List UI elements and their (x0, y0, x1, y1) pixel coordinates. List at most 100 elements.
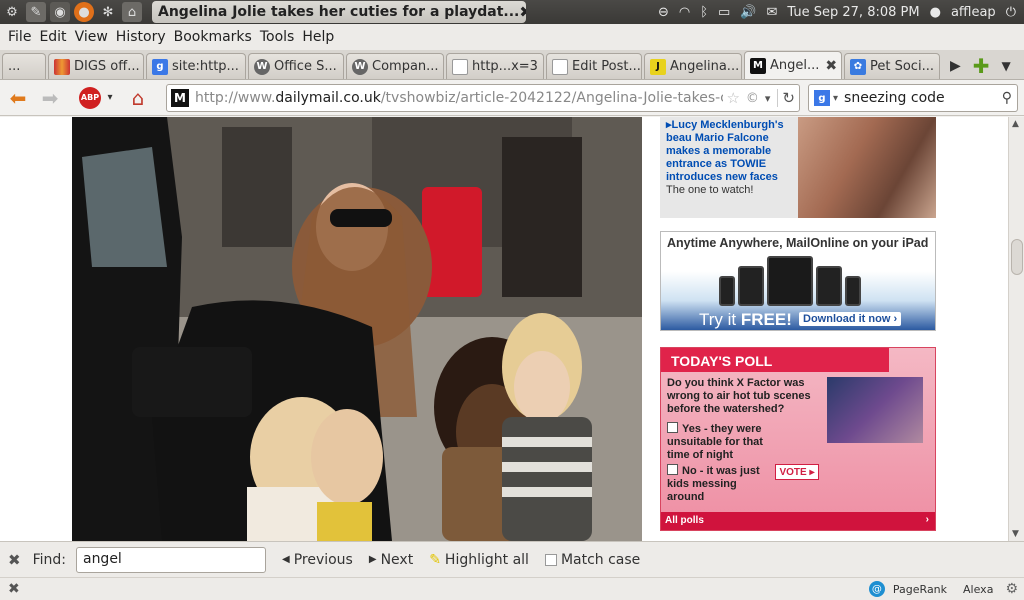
gear-icon[interactable]: ⚙ (1005, 581, 1018, 597)
poll-option-no[interactable]: No - it was just kids messing around (667, 464, 773, 504)
wordpress-icon: W (254, 58, 270, 75)
page-rank-icon[interactable]: © (746, 91, 759, 106)
network-tool-icon[interactable]: ⌂ (122, 2, 142, 22)
menu-tools[interactable]: Tools (260, 29, 295, 45)
settings-icon[interactable]: ✻ (98, 2, 118, 22)
find-bar: ✖ Find: angel ◀ Previous ▶ Next ✎ Highlight… (0, 541, 1024, 577)
ubuntu-logo-icon[interactable]: ⚙ (2, 2, 22, 22)
match-case-checkbox[interactable]: Match case (544, 552, 640, 568)
volume-icon[interactable]: 🔊 (740, 5, 756, 20)
text-editor-icon[interactable]: ✎ (26, 2, 46, 22)
menu-history[interactable]: History (116, 29, 166, 45)
new-tab-icon[interactable]: ✚ (973, 53, 990, 79)
tab-company[interactable]: W Compan... (346, 53, 444, 79)
close-status-icon[interactable]: ✖ (8, 581, 20, 597)
menu-view[interactable]: View (75, 29, 108, 45)
find-input[interactable]: angel (75, 546, 266, 573)
poll-option-yes[interactable]: Yes - they were unsuitable for that time… (667, 422, 773, 462)
back-icon[interactable]: ⬅ (4, 84, 32, 112)
menu-file[interactable]: File (8, 29, 31, 45)
firefox-icon[interactable]: ● (74, 2, 94, 22)
poll-yes-label: Yes - they were unsuitable for that time… (667, 423, 763, 461)
search-box[interactable]: g ▾ sneezing code ⚲ (808, 84, 1018, 112)
poll-yes-checkbox[interactable] (667, 422, 678, 433)
tab-label: Angelina... (670, 59, 740, 74)
promo-sub: The one to watch! (666, 184, 754, 196)
find-previous-button[interactable]: ◀ Previous (282, 552, 353, 568)
find-next-button[interactable]: ▶ Next (369, 552, 413, 568)
user-icon[interactable]: ● (930, 5, 941, 20)
adblock-dropdown-icon[interactable]: ▾ (104, 84, 116, 112)
tab-google[interactable]: g site:http... (146, 53, 246, 79)
url-bar[interactable]: M http://www.dailymail.co.uk/tvshowbiz/a… (166, 84, 800, 112)
search-input[interactable]: sneezing code (844, 90, 1002, 106)
app-icon[interactable]: ◉ (50, 2, 70, 22)
highlight-all-button[interactable]: ✎ Highlight all (429, 552, 529, 568)
url-text[interactable]: http://www.dailymail.co.uk/tvshowbiz/art… (195, 90, 723, 106)
at-icon[interactable]: @ (868, 581, 885, 597)
vertical-scrollbar[interactable]: ▲ ▼ (1008, 117, 1024, 541)
minus-icon[interactable]: ⊖ (658, 5, 669, 20)
user-name[interactable]: affleap (951, 5, 996, 20)
poll-no-checkbox[interactable] (667, 464, 678, 475)
reload-icon[interactable]: ↻ (777, 89, 795, 107)
poll-no-label: No - it was just kids messing around (667, 465, 760, 503)
tab-scroll-right-icon[interactable]: ▶ (950, 53, 961, 79)
tab-label: Pet Soci... (870, 59, 934, 74)
mail-icon[interactable]: ✉ (767, 5, 778, 20)
bookmark-star-icon[interactable]: ☆ (726, 89, 739, 107)
alexa-label[interactable]: Alexa (963, 583, 993, 596)
tab-label: Compan... (372, 59, 439, 74)
tab-office[interactable]: W Office S... (248, 53, 344, 79)
adblock-plus-icon[interactable]: ABP (76, 84, 104, 112)
google-search-icon[interactable]: g (814, 90, 830, 106)
search-icon[interactable]: ⚲ (1002, 90, 1012, 106)
tab-overflow[interactable]: ... (2, 53, 46, 79)
active-window-button[interactable]: Angelina Jolie takes her cuties for a pl… (152, 1, 526, 23)
ipad-download-button[interactable]: Download it now › (799, 312, 902, 326)
vote-button[interactable]: VOTE ▸ (775, 464, 819, 480)
all-polls-link[interactable]: All polls › (661, 512, 935, 530)
power-icon[interactable]: ⏻ (1006, 5, 1016, 20)
promo-towie[interactable]: ▸Lucy Mecklenburgh's beau Mario Falcone … (660, 117, 936, 218)
menu-help[interactable]: Help (302, 29, 334, 45)
tab-pet-society[interactable]: ✿ Pet Soci... (844, 53, 940, 79)
tab-list-icon[interactable]: ▼ (1002, 53, 1011, 79)
bluetooth-icon[interactable]: ᛒ (700, 5, 708, 20)
article-photo[interactable] (72, 117, 642, 541)
clock[interactable]: Tue Sep 27, 8:08 PM (787, 5, 919, 20)
close-icon[interactable]: ✖ (519, 3, 526, 21)
tab-angelina-1[interactable]: J Angelina... (644, 53, 742, 79)
menu-bookmarks[interactable]: Bookmarks (174, 29, 252, 45)
poll-question: Do you think X Factor was wrong to air h… (667, 377, 811, 415)
poll-header: TODAY'S POLL (661, 348, 889, 372)
promo-text: ▸Lucy Mecklenburgh's beau Mario Falcone … (666, 119, 792, 197)
next-arrow-icon: ▶ (368, 554, 377, 565)
tab-strip: ... DIGS off... g site:http... W Office … (0, 50, 1024, 80)
scroll-down-icon[interactable]: ▼ (1012, 529, 1019, 539)
find-previous-label: Previous (293, 551, 353, 568)
pagerank-label[interactable]: PageRank (893, 583, 947, 596)
google-icon: g (152, 58, 168, 75)
home-icon[interactable]: ⌂ (124, 84, 152, 112)
tab-digs[interactable]: DIGS off... (48, 53, 144, 79)
promo-image[interactable] (798, 117, 936, 218)
tab-angelina-active[interactable]: M Angel... ✖ (744, 51, 842, 79)
battery-icon[interactable]: ▭ (718, 5, 730, 20)
promo-headline[interactable]: ▸Lucy Mecklenburgh's beau Mario Falcone … (666, 119, 784, 183)
close-find-icon[interactable]: ✖ (8, 551, 21, 569)
menu-edit[interactable]: Edit (39, 29, 66, 45)
wifi-icon[interactable]: ◠ (679, 5, 690, 20)
scrollbar-thumb[interactable] (1011, 239, 1023, 275)
poll-image[interactable] (827, 377, 923, 443)
tab-edit-post[interactable]: Edit Post... (546, 53, 642, 79)
scroll-up-icon[interactable]: ▲ (1012, 119, 1019, 129)
tab-http[interactable]: http...x=3 (446, 53, 544, 79)
all-polls-label: All polls (665, 515, 704, 526)
forward-icon[interactable]: ➡ (36, 84, 64, 112)
site-identity-icon[interactable]: M (171, 89, 189, 107)
tab-close-icon[interactable]: ✖ (825, 58, 837, 74)
search-engine-dropdown-icon[interactable]: ▾ (833, 93, 838, 104)
url-dropdown-icon[interactable]: ▾ (765, 92, 771, 105)
ipad-ad[interactable]: Anytime Anywhere, MailOnline on your iPa… (660, 231, 936, 331)
